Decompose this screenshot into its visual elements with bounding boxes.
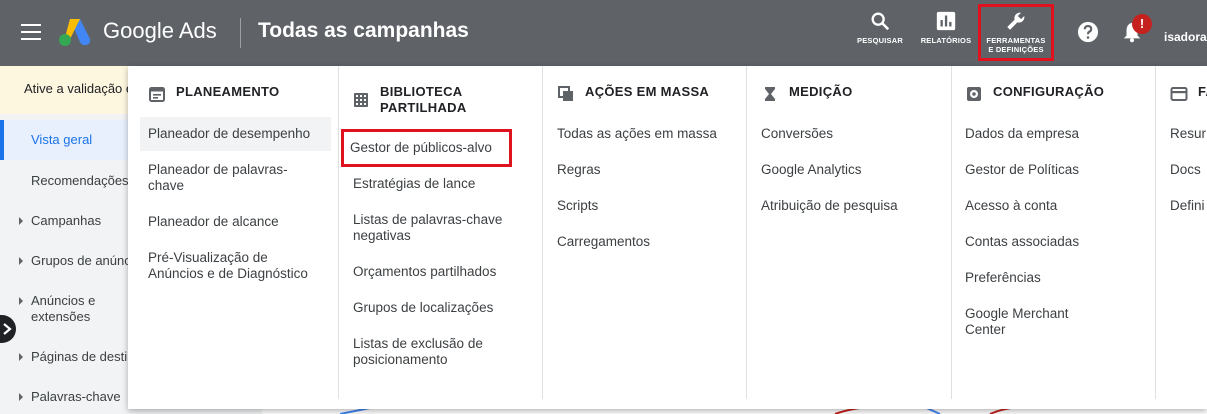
grid-library-icon [354,93,368,107]
menu-column-bulk-actions: AÇÕES EM MASSA [537,66,742,399]
nav-item-label: Recomendações [31,173,129,188]
menu-item-performance-planner[interactable]: Planeador de desempenho [140,117,331,151]
tools-label-line2: E DEFINIÇÕES [988,45,1044,54]
banner-text: Ative a validação e [24,81,134,96]
expand-arrow-icon [19,217,23,225]
expand-arrow-icon [19,257,23,265]
menu-item-google-merchant-center[interactable]: Google Merchant Center [957,306,1107,338]
copy-stack-icon [558,86,573,101]
menu-column-title: FA [1198,84,1207,99]
hourglass-icon [765,87,775,101]
brand-name: Google Ads [103,18,217,43]
notification-badge: ! [1132,14,1152,34]
nav-item-label: Campanhas [31,213,102,228]
page-title: Todas as campanhas [258,19,469,42]
menu-column-setup: CONFIGURAÇÃO [945,66,1150,399]
search-icon [871,12,890,31]
validation-banner: Ative a validação e [0,66,140,114]
menu-column-title: CONFIGURAÇÃO [993,84,1105,99]
menu-item-linked-accounts[interactable]: Contas associadas [957,234,1148,250]
menu-item-reach-planner[interactable]: Planeador de alcance [140,214,331,230]
menu-item-audience-manager[interactable]: Gestor de públicos-alvo [341,129,512,167]
nav-item-label: Vista geral [31,132,93,147]
menu-column-title: PLANEAMENTO [176,84,280,99]
menu-item-rules[interactable]: Regras [549,162,740,178]
nav-item-label: Palavras-chave [31,389,121,404]
menu-column-heading: FA [1170,84,1207,103]
top-app-bar: Google Ads Todas as campanhas PESQUISAR … [0,0,1207,66]
settings-cog-icon [967,87,981,101]
menu-item-placement-exclusion-lists[interactable]: Listas de exclusão de posicionamento [345,336,515,368]
menu-item-billing-summary[interactable]: Resur [1162,126,1207,142]
menu-item-google-analytics[interactable]: Google Analytics [753,162,944,178]
menu-item-uploads[interactable]: Carregamentos [549,234,740,250]
tools-label-line1: FERRAMENTAS [986,36,1046,45]
menu-item-all-bulk-actions[interactable]: Todas as ações em massa [549,126,740,142]
menu-column-measurement: MEDIÇÃO [741,66,946,399]
menu-column-billing: FA Resur Docs Defini [1150,66,1207,399]
expand-arrow-icon [19,353,23,361]
wrench-icon [1007,12,1025,30]
divider [240,18,241,48]
user-account-name[interactable]: isadorag [1164,30,1207,44]
menu-column-planning: PLANEAMENTO [128,66,338,399]
menu-column-title: MEDIÇÃO [789,84,853,99]
menu-column-title: AÇÕES EM MASSA [585,84,710,99]
menu-item-bid-strategies[interactable]: Estratégias de lance [345,176,536,192]
menu-item-location-groups[interactable]: Grupos de localizações [345,300,536,316]
help-icon[interactable] [1077,21,1099,43]
reports-button[interactable]: RELATÓRIOS [918,10,974,45]
menu-item-preferences[interactable]: Preferências [957,270,1148,286]
nav-item-label: Páginas de destin [31,349,135,364]
menu-item-business-data[interactable]: Dados da empresa [957,126,1148,142]
bar-chart-icon [936,11,956,31]
tools-and-settings-button[interactable]: FERRAMENTAS E DEFINIÇÕES [978,4,1054,61]
menu-column-heading: AÇÕES EM MASSA [557,84,709,103]
menu-item-negative-keyword-lists[interactable]: Listas de palavras-chave negativas [345,212,536,244]
menu-column-heading: CONFIGURAÇÃO [965,84,1104,103]
calendar-icon [149,87,165,102]
search-button[interactable]: PESQUISAR [855,10,905,45]
menu-column-heading: PLANEAMENTO [148,84,279,103]
expand-arrow-icon [19,297,23,305]
menu-column-heading: BIBLIOTECA PARTILHADA [352,84,490,116]
menu-column-heading: MEDIÇÃO [761,84,853,103]
menu-icon[interactable] [21,24,41,40]
menu-item-billing-settings[interactable]: Defini [1162,198,1207,214]
nav-item-label: Grupos de anúnc [31,253,131,268]
google-ads-logo-icon [59,19,91,46]
menu-item-scripts[interactable]: Scripts [549,198,740,214]
menu-column-title: BIBLIOTECA PARTILHADA [380,84,467,115]
card-icon [1170,87,1188,101]
menu-item-billing-docs[interactable]: Docs [1162,162,1207,178]
menu-item-policy-manager[interactable]: Gestor de Políticas [957,162,1148,178]
tools-settings-menu: PLANEAMENTO Planeador de desempenho Plan… [128,66,1207,409]
reports-label: RELATÓRIOS [920,36,972,45]
nav-item-label: Anúncios e extensões [31,293,96,324]
expand-arrow-icon [19,393,23,401]
menu-item-shared-budgets[interactable]: Orçamentos partilhados [345,264,536,280]
search-label: PESQUISAR [857,36,903,45]
menu-item-account-access[interactable]: Acesso à conta [957,198,1148,214]
menu-item-conversions[interactable]: Conversões [753,126,944,142]
chevron-right-icon [3,323,12,335]
menu-item-search-attribution[interactable]: Atribuição de pesquisa [753,198,944,214]
menu-item-ad-preview-diagnosis[interactable]: Pré-Visualização de Anúncios e de Diagnó… [140,250,331,282]
menu-item-keyword-planner[interactable]: Planeador de palavras-chave [140,162,331,194]
